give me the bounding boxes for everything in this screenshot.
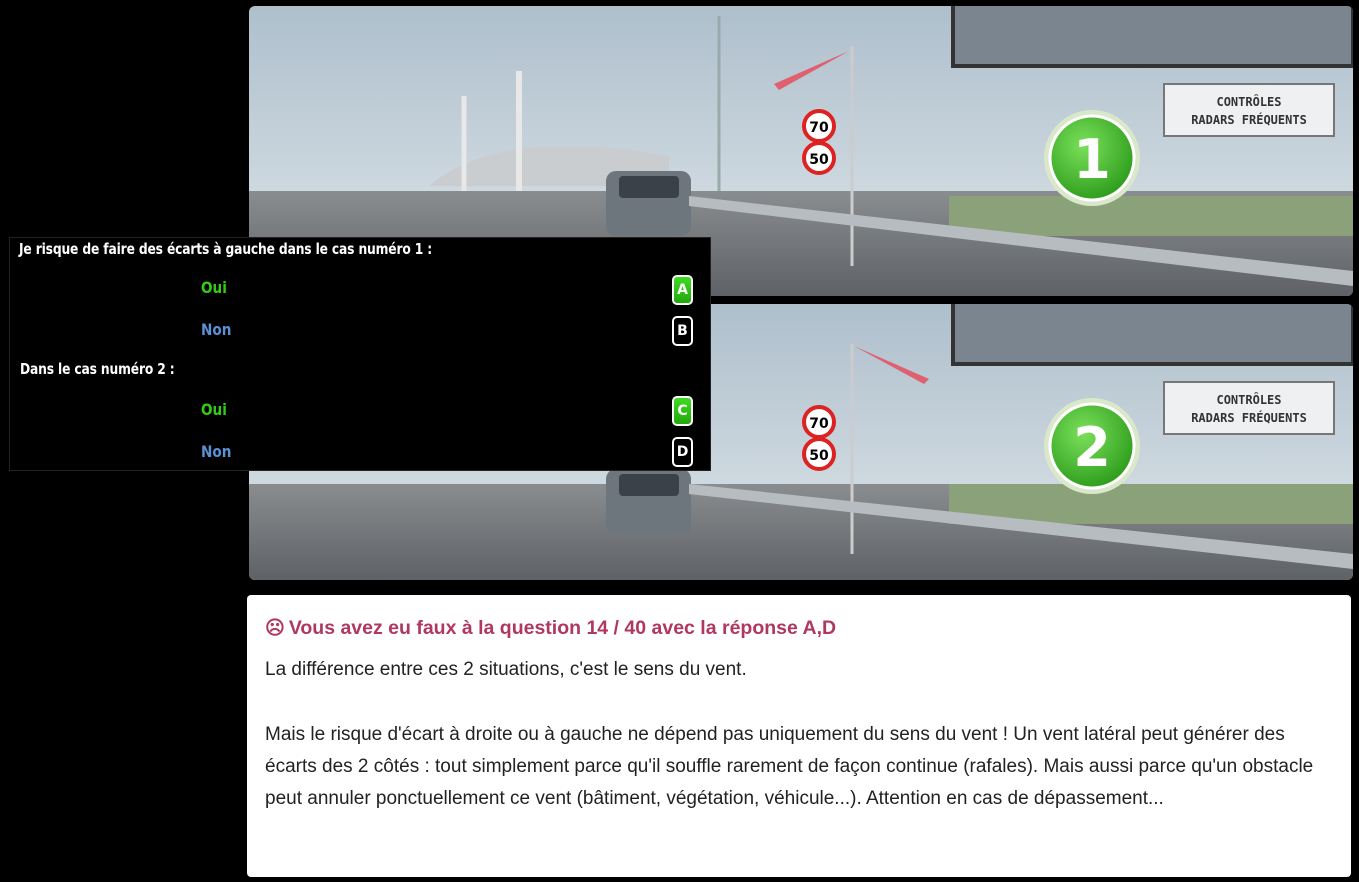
svg-text:CONTRÔLES: CONTRÔLES xyxy=(1216,392,1281,407)
svg-text:RADARS FRÉQUENTS: RADARS FRÉQUENTS xyxy=(1191,410,1307,425)
explanation-paragraph-1: La différence entre ces 2 situations, c'… xyxy=(265,659,747,680)
answer-key-d[interactable]: D xyxy=(672,437,693,467)
explanation-paragraph-2: Mais le risque d'écart à droite ou à gau… xyxy=(265,724,1314,809)
svg-text:50: 50 xyxy=(809,448,829,464)
feedback-panel: ☹ Vous avez eu faux à la question 14 / 4… xyxy=(247,595,1351,877)
feedback-title: ☹ Vous avez eu faux à la question 14 / 4… xyxy=(265,617,1333,640)
svg-text:CONTRÔLES: CONTRÔLES xyxy=(1216,94,1281,109)
question-1-text: Je risque de faire des écarts à gauche d… xyxy=(19,240,433,258)
speed-limit-sign-50: 50 xyxy=(809,152,829,168)
answer-key-b[interactable]: B xyxy=(672,316,693,346)
answer-key-c[interactable]: C xyxy=(672,396,693,426)
scenario-badge-2: 2 xyxy=(1073,416,1111,479)
speed-limit-sign-70: 70 xyxy=(809,120,829,136)
svg-text:70: 70 xyxy=(809,416,829,432)
option-b-label[interactable]: Non xyxy=(201,320,231,339)
svg-text:RADARS FRÉQUENTS: RADARS FRÉQUENTS xyxy=(1191,112,1307,127)
option-a-label[interactable]: Oui xyxy=(201,278,227,297)
scenario-badge-1: 1 xyxy=(1073,128,1111,191)
option-d-label[interactable]: Non xyxy=(201,442,231,461)
question-2-text: Dans le cas numéro 2 : xyxy=(20,360,175,378)
feedback-title-text: Vous avez eu faux à la question 14 / 40 … xyxy=(288,617,837,639)
sad-face-icon: ☹ xyxy=(265,618,285,639)
option-c-label[interactable]: Oui xyxy=(201,400,227,419)
answer-key-a[interactable]: A xyxy=(672,275,693,305)
question-panel: Je risque de faire des écarts à gauche d… xyxy=(10,238,710,470)
